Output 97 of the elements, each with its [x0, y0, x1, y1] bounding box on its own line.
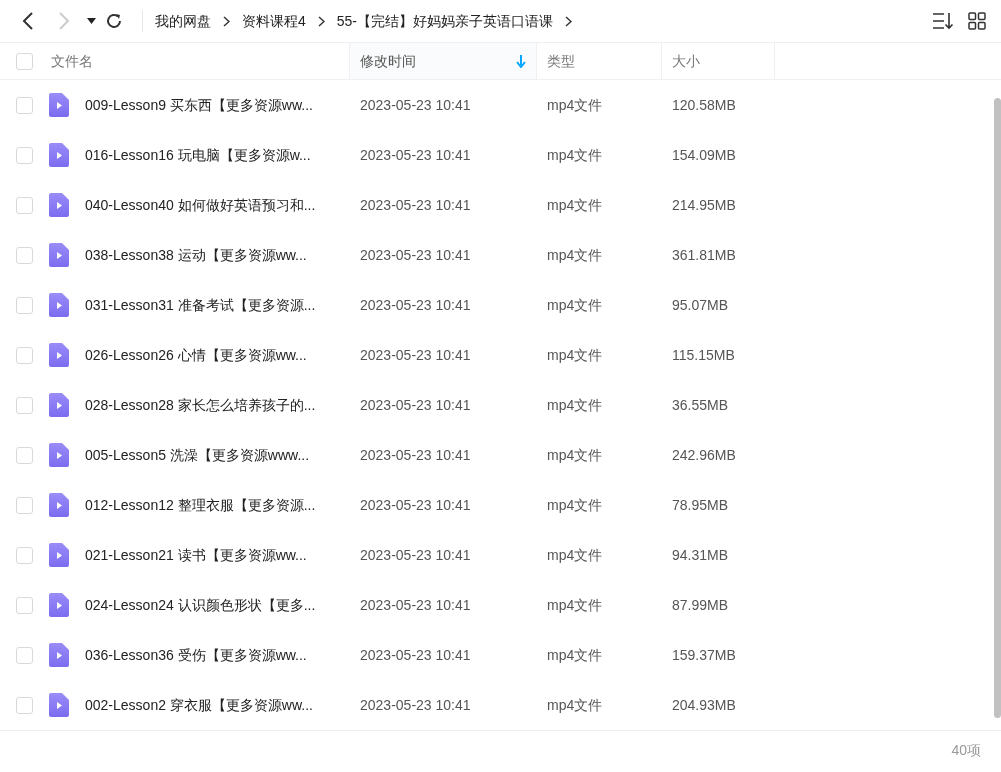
video-file-icon [49, 243, 69, 267]
file-type: mp4文件 [547, 496, 603, 513]
video-file-icon [49, 393, 69, 417]
file-size: 204.93MB [672, 696, 736, 713]
chevron-icon [565, 16, 573, 28]
column-header[interactable]: 大小 [672, 50, 700, 72]
file-name[interactable]: 026-Lesson26 心情【更多资源ww... [85, 344, 307, 366]
file-type: mp4文件 [547, 696, 603, 713]
sort-arrow-icon [516, 54, 526, 68]
file-name[interactable]: 021-Lesson21 读书【更多资源ww... [85, 544, 307, 566]
file-name[interactable]: 009-Lesson9 买东西【更多资源ww... [85, 94, 313, 116]
breadcrumb-link[interactable]: 55-【完结】好妈妈亲子英语口语课 [336, 10, 554, 32]
file-name[interactable]: 012-Lesson12 整理衣服【更多资源... [85, 494, 316, 516]
modified-date: 2023-05-23 10:41 [360, 196, 471, 213]
file-name[interactable]: 036-Lesson36 受伤【更多资源ww... [85, 644, 307, 666]
video-file-icon [49, 443, 69, 467]
row-checkbox[interactable] [16, 546, 33, 564]
file-type: mp4文件 [547, 346, 603, 363]
video-file-icon [49, 693, 69, 717]
video-file-icon [49, 493, 69, 517]
row-checkbox[interactable] [16, 696, 33, 714]
file-size: 95.07MB [672, 296, 729, 313]
file-name[interactable]: 040-Lesson40 如何做好英语预习和... [85, 194, 316, 216]
file-size: 242.96MB [672, 446, 736, 463]
row-checkbox[interactable] [16, 446, 33, 464]
row-checkbox[interactable] [16, 396, 33, 414]
back-icon[interactable] [22, 12, 34, 30]
file-size: 214.95MB [672, 196, 736, 213]
item-count: 40项 [951, 741, 981, 760]
file-name[interactable]: 031-Lesson31 准备考试【更多资源... [85, 294, 316, 316]
row-checkbox[interactable] [16, 646, 33, 664]
file-type: mp4文件 [547, 596, 603, 613]
video-file-icon [49, 93, 69, 117]
file-type: mp4文件 [547, 146, 603, 163]
file-type: mp4文件 [547, 396, 603, 413]
file-type: mp4文件 [547, 546, 603, 563]
video-file-icon [49, 143, 69, 167]
file-name[interactable]: 002-Lesson2 穿衣服【更多资源ww... [85, 694, 313, 716]
file-size: 120.58MB [672, 96, 736, 113]
row-checkbox[interactable] [16, 96, 33, 114]
breadcrumb-link[interactable]: 资料课程4 [242, 10, 306, 32]
modified-date: 2023-05-23 10:41 [360, 396, 471, 413]
video-file-icon [49, 193, 69, 217]
sort-icon[interactable] [932, 12, 954, 30]
file-name[interactable]: 024-Lesson24 认识颜色形状【更多... [85, 594, 316, 616]
video-file-icon [49, 343, 69, 367]
file-size: 115.15MB [672, 346, 735, 363]
column-header[interactable]: 类型 [547, 50, 575, 72]
select-all-checkbox[interactable] [16, 52, 33, 70]
file-size: 78.95MB [672, 496, 729, 513]
file-size: 94.31MB [672, 546, 729, 563]
video-file-icon [49, 643, 69, 667]
modified-date: 2023-05-23 10:41 [360, 696, 471, 713]
modified-date: 2023-05-23 10:41 [360, 96, 471, 113]
video-file-icon [49, 593, 69, 617]
row-checkbox[interactable] [16, 196, 33, 214]
chevron-icon [317, 16, 325, 28]
file-size: 87.99MB [672, 596, 729, 613]
row-checkbox[interactable] [16, 246, 33, 264]
row-checkbox[interactable] [16, 346, 33, 364]
breadcrumb-link[interactable]: 我的网盘 [155, 10, 211, 32]
file-type: mp4文件 [547, 646, 603, 663]
modified-date: 2023-05-23 10:41 [360, 496, 471, 513]
file-name[interactable]: 028-Lesson28 家长怎么培养孩子的... [85, 394, 316, 416]
video-file-icon [49, 293, 69, 317]
file-name[interactable]: 005-Lesson5 洗澡【更多资源www... [85, 444, 310, 466]
modified-date: 2023-05-23 10:41 [360, 346, 471, 363]
file-size: 159.37MB [672, 646, 736, 663]
file-size: 154.09MB [672, 146, 736, 163]
modified-date: 2023-05-23 10:41 [360, 146, 471, 163]
modified-date: 2023-05-23 10:41 [360, 646, 471, 663]
file-type: mp4文件 [547, 296, 603, 313]
file-type: mp4文件 [547, 96, 603, 113]
modified-date: 2023-05-23 10:41 [360, 546, 471, 563]
modified-date: 2023-05-23 10:41 [360, 246, 471, 263]
file-type: mp4文件 [547, 246, 603, 263]
video-file-icon [49, 543, 69, 567]
grid-view-icon[interactable] [968, 12, 986, 30]
modified-date: 2023-05-23 10:41 [360, 296, 471, 313]
scrollbar-thumb[interactable] [994, 98, 1001, 718]
file-name[interactable]: 038-Lesson38 运动【更多资源ww... [85, 244, 307, 266]
file-size: 361.81MB [672, 246, 736, 263]
refresh-icon[interactable] [105, 12, 123, 30]
row-checkbox[interactable] [16, 146, 33, 164]
column-header[interactable]: 文件名 [51, 50, 93, 72]
dropdown-caret-icon[interactable] [86, 18, 96, 24]
row-checkbox[interactable] [16, 296, 33, 314]
file-type: mp4文件 [547, 446, 603, 463]
modified-date: 2023-05-23 10:41 [360, 596, 471, 613]
file-size: 36.55MB [672, 396, 729, 413]
modified-date: 2023-05-23 10:41 [360, 446, 471, 463]
file-type: mp4文件 [547, 196, 603, 213]
row-checkbox[interactable] [16, 496, 33, 514]
file-name[interactable]: 016-Lesson16 玩电脑【更多资源w... [85, 144, 311, 166]
row-checkbox[interactable] [16, 596, 33, 614]
chevron-icon [223, 16, 230, 28]
column-header[interactable]: 修改时间 [360, 50, 416, 72]
